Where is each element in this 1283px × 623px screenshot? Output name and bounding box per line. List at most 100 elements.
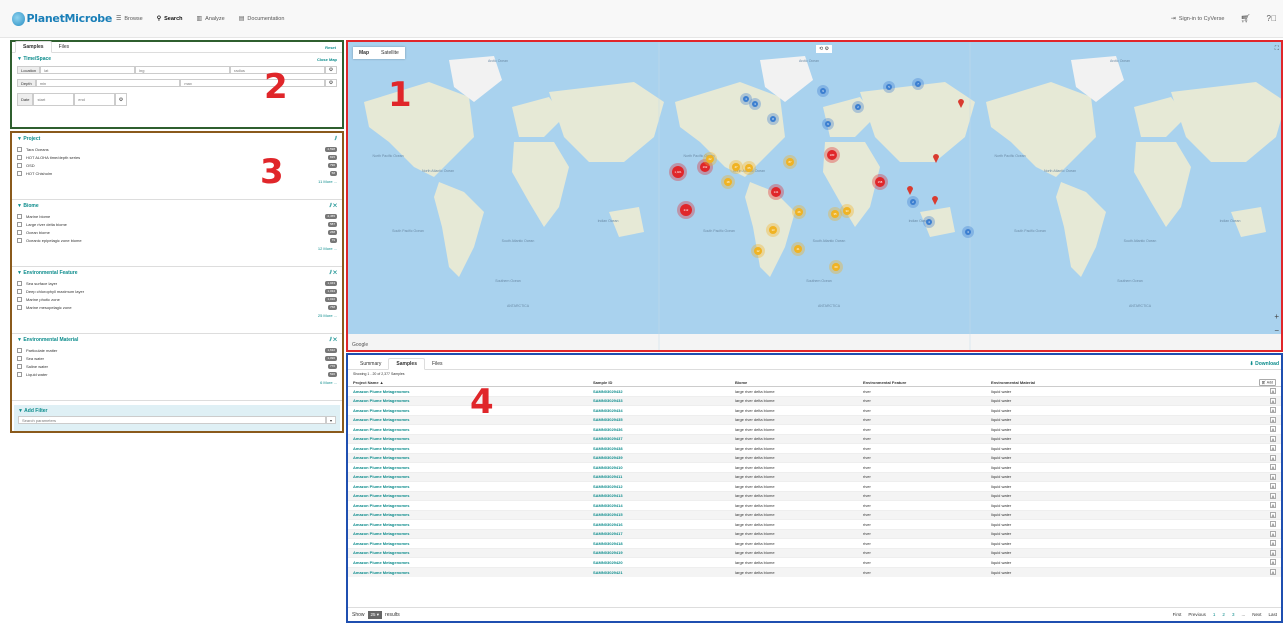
col-biome[interactable]: Biome — [730, 378, 858, 387]
lng-input[interactable]: lng — [135, 66, 231, 74]
sample-id-link[interactable]: SAMN03029438 — [588, 443, 730, 453]
col-env-material[interactable]: Environmental Material — [986, 378, 1246, 387]
project-link[interactable]: Amazon Plume Metagenomes — [348, 566, 588, 577]
sign-in-link[interactable]: ⇥ Sign-in to CyVerse — [1171, 16, 1225, 22]
project-link[interactable]: Amazon Plume Metagenomes — [348, 395, 588, 406]
add-to-cart-button[interactable]: A — [1270, 388, 1276, 395]
project-link[interactable]: Amazon Plume Metagenomes — [348, 481, 588, 491]
sample-id-link[interactable]: SAMN03029421 — [588, 566, 730, 577]
tab-samples[interactable]: Samples — [15, 41, 52, 53]
tab-samples-results[interactable]: Samples — [388, 358, 425, 370]
add-to-cart-button[interactable]: A — [1270, 473, 1276, 480]
facet-checkbox[interactable] — [17, 146, 22, 152]
sample-id-link[interactable]: SAMN03029415 — [588, 509, 730, 520]
help-icon[interactable]: ?⃝ — [1267, 15, 1277, 23]
sample-id-link[interactable]: SAMN03029416 — [588, 519, 730, 529]
add-to-cart-button[interactable]: A — [1270, 416, 1276, 423]
add-to-cart-button[interactable]: A — [1270, 492, 1276, 499]
sample-id-link[interactable]: SAMN03029435 — [588, 414, 730, 425]
depth-min-input[interactable]: min — [35, 79, 181, 87]
zoom-in-icon[interactable]: + — [1274, 312, 1279, 321]
add-to-cart-button[interactable]: A — [1270, 483, 1276, 490]
add-to-cart-button[interactable]: A — [1270, 569, 1276, 575]
location-settings-icon[interactable]: ⚙ — [324, 66, 337, 74]
tab-summary[interactable]: Summary — [353, 359, 388, 369]
project-link[interactable]: Amazon Plume Metagenomes — [348, 547, 588, 558]
facet-title[interactable]: ▼ Environmental Material — [17, 337, 78, 343]
map-type-satellite[interactable]: Satellite — [375, 47, 405, 59]
facet-title[interactable]: ▼ Environmental Feature — [17, 270, 78, 276]
tab-files-results[interactable]: Files — [425, 359, 450, 369]
facet-checkbox[interactable] — [17, 347, 22, 353]
project-link[interactable]: Amazon Plume Metagenomes — [348, 528, 588, 539]
facet-item[interactable]: Marine biome 2,455 — [17, 212, 337, 220]
col-env-feature[interactable]: Environmental Feature — [858, 378, 986, 387]
sample-id-link[interactable]: SAMN03029414 — [588, 500, 730, 510]
sample-id-link[interactable]: SAMN03029412 — [588, 481, 730, 491]
world-map[interactable]: Arctic Ocean North Atlantic Ocean South At… — [348, 42, 1281, 350]
add-to-cart-button[interactable]: A — [1270, 549, 1276, 556]
project-link[interactable]: Amazon Plume Metagenomes — [348, 424, 588, 434]
sample-id-link[interactable]: SAMN03029418 — [588, 538, 730, 548]
project-link[interactable]: Amazon Plume Metagenomes — [348, 471, 588, 482]
add-to-cart-button[interactable]: A — [1270, 540, 1276, 547]
facet-item[interactable]: Liquid water 520 — [17, 370, 337, 378]
facet-checkbox[interactable] — [17, 162, 22, 168]
pager-2[interactable]: 1 — [1213, 612, 1216, 617]
facet-item[interactable]: Particulate matter 1,632 — [17, 346, 337, 354]
pager-5[interactable]: ... — [1241, 612, 1245, 617]
fullscreen-icon[interactable]: ⛶ — [1275, 46, 1279, 53]
project-link[interactable]: Amazon Plume Metagenomes — [348, 452, 588, 463]
facet-more-link[interactable]: 12 More ... — [17, 246, 337, 251]
nav-search[interactable]: ⚲ Search — [157, 16, 183, 22]
facet-item[interactable]: HOT ALOHA time/depth series 815 — [17, 153, 337, 161]
facet-checkbox[interactable] — [17, 296, 22, 302]
facet-more-link[interactable]: 11 More ... — [17, 179, 337, 184]
project-link[interactable]: Amazon Plume Metagenomes — [348, 519, 588, 529]
add-to-cart-button[interactable]: A — [1270, 502, 1276, 509]
date-settings-icon[interactable]: ⚙ — [115, 93, 128, 106]
facet-item[interactable]: HOT Chisholm 58 — [17, 169, 337, 177]
map-reset-icon[interactable]: ⟲ ⚙ — [816, 45, 833, 53]
pager-7[interactable]: Last — [1268, 612, 1277, 617]
planetmicrobe-logo[interactable]: PlanetMicrobe — [12, 11, 112, 26]
facet-checkbox[interactable] — [17, 355, 22, 361]
add-to-cart-button[interactable]: A — [1270, 435, 1276, 442]
add-to-cart-button[interactable]: A — [1270, 397, 1276, 404]
sample-id-link[interactable]: SAMN03029436 — [588, 424, 730, 434]
project-link[interactable]: Amazon Plume Metagenomes — [348, 414, 588, 425]
add-to-cart-button[interactable]: A — [1270, 521, 1276, 528]
sample-id-link[interactable]: SAMN03029420 — [588, 557, 730, 567]
col-project[interactable]: Project Name ▲ — [348, 378, 588, 387]
facet-item[interactable]: Marine photic zone 1,010 — [17, 295, 337, 303]
project-link[interactable]: Amazon Plume Metagenomes — [348, 500, 588, 510]
facet-more-link[interactable]: 25 More ... — [17, 313, 337, 318]
facet-item[interactable]: Sea surface layer 1,043 — [17, 279, 337, 287]
add-to-cart-button[interactable]: A — [1270, 454, 1276, 461]
sample-id-link[interactable]: SAMN03029432 — [588, 386, 730, 396]
depth-max-input[interactable]: max — [180, 79, 325, 87]
sample-id-link[interactable]: SAMN03029434 — [588, 405, 730, 415]
nav-analyze[interactable]: ▥ Analyze — [197, 16, 225, 22]
pager-6[interactable]: Next — [1252, 612, 1261, 617]
project-link[interactable]: Amazon Plume Metagenomes — [348, 557, 588, 567]
facet-checkbox[interactable] — [17, 288, 22, 294]
add-to-cart-button[interactable]: A — [1270, 464, 1276, 471]
timespace-title[interactable]: ▼ Time/Space — [17, 56, 51, 62]
project-link[interactable]: Amazon Plume Metagenomes — [348, 509, 588, 520]
lat-input[interactable]: lat — [40, 66, 136, 74]
add-to-cart-button[interactable]: A — [1270, 445, 1276, 452]
pager-4[interactable]: 3 — [1232, 612, 1235, 617]
download-button[interactable]: ⬇ Download — [1250, 361, 1279, 367]
zoom-out-icon[interactable]: − — [1274, 326, 1279, 335]
reset-link[interactable]: Reset — [325, 45, 336, 50]
facet-item[interactable]: Large river delta biome 587 — [17, 220, 337, 228]
facet-title[interactable]: ▼ Project — [17, 136, 40, 142]
facet-checkbox[interactable] — [17, 363, 22, 369]
facet-checkbox[interactable] — [17, 371, 22, 377]
facet-chart-icon[interactable]: ⫽ ✕ — [330, 270, 337, 276]
facet-checkbox[interactable] — [17, 280, 22, 286]
facet-more-link[interactable]: 6 More ... — [17, 380, 337, 385]
pager-0[interactable]: First — [1173, 612, 1182, 617]
facet-checkbox[interactable] — [17, 304, 22, 310]
